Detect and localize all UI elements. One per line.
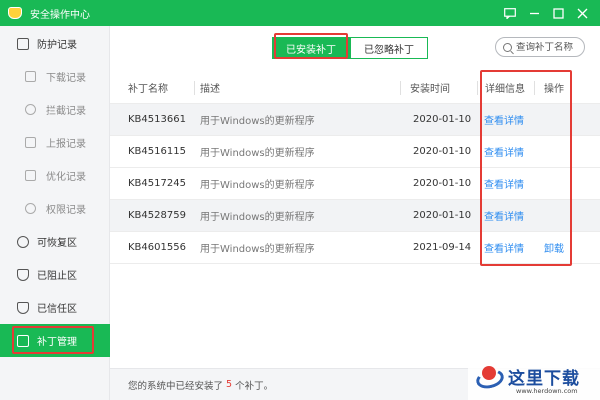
patch-name: KB4601556 <box>128 242 186 253</box>
sidebar-item-label: 可恢复区 <box>37 238 77 249</box>
table-row[interactable]: KB4528759 用于Windows的更新程序 2020-01-10 查看详情 <box>110 200 600 232</box>
sidebar-item-label: 已阻止区 <box>37 271 77 282</box>
uninstall-link[interactable]: 卸载 <box>544 240 564 255</box>
title-bar: 安全操作中心 <box>0 0 600 26</box>
upload-icon <box>25 137 36 148</box>
footer-prefix: 您的系统中已经安装了 <box>128 380 224 392</box>
watermark-url: www.herdown.com <box>516 387 578 395</box>
patch-name: KB4516115 <box>128 146 186 157</box>
patch-date: 2020-01-10 <box>413 210 472 221</box>
header-divider <box>400 81 401 95</box>
header-op: 操作 <box>544 83 564 95</box>
download-icon <box>25 71 36 82</box>
sidebar-item-trusted[interactable]: 已信任区 <box>0 291 110 324</box>
header-divider <box>534 81 535 95</box>
sidebar-item-optimize-records[interactable]: 优化记录 <box>0 159 110 192</box>
watermark: 这里下载 www.herdown.com <box>468 360 600 400</box>
sidebar-item-protection-records[interactable]: 防护记录 <box>0 27 110 60</box>
search-input[interactable] <box>516 41 582 53</box>
view-details-link[interactable]: 查看详情 <box>484 144 524 159</box>
shield-record-icon <box>17 37 29 50</box>
patch-tabs: 已安装补丁 已忽略补丁 <box>272 37 428 59</box>
tab-ignored-patches[interactable]: 已忽略补丁 <box>350 37 428 59</box>
search-box <box>495 37 585 57</box>
sidebar-item-label: 已信任区 <box>37 304 77 315</box>
table-row[interactable]: KB4516115 用于Windows的更新程序 2020-01-10 查看详情 <box>110 136 600 168</box>
patch-desc: 用于Windows的更新程序 <box>200 244 315 255</box>
sidebar-item-label: 权限记录 <box>46 205 86 216</box>
app-logo-icon <box>8 6 24 20</box>
patch-date: 2021-09-14 <box>413 242 472 253</box>
sidebar-item-label: 下载记录 <box>46 73 86 84</box>
blocked-shield-icon <box>17 268 29 281</box>
patch-count: 5 <box>226 379 233 390</box>
table-row[interactable]: KB4517245 用于Windows的更新程序 2020-01-10 查看详情 <box>110 168 600 200</box>
maximize-icon[interactable] <box>546 0 570 26</box>
header-divider <box>194 81 195 95</box>
view-details-link[interactable]: 查看详情 <box>484 208 524 223</box>
patch-name: KB4528759 <box>128 210 186 221</box>
sidebar-item-permission-records[interactable]: 权限记录 <box>0 192 110 225</box>
footer-suffix: 个补丁。 <box>235 380 274 392</box>
sidebar-item-report-records[interactable]: 上报记录 <box>0 126 110 159</box>
patch-desc: 用于Windows的更新程序 <box>200 116 315 127</box>
patch-date: 2020-01-10 <box>413 146 472 157</box>
table-row[interactable]: KB4513661 用于Windows的更新程序 2020-01-10 查看详情 <box>110 104 600 136</box>
view-details-link[interactable]: 查看详情 <box>484 240 524 255</box>
sidebar-item-label: 优化记录 <box>46 172 86 183</box>
header-name: 补丁名称 <box>128 83 168 95</box>
patch-table: 补丁名称 描述 安装时间 详细信息 操作 KB4513661 用于Windows… <box>110 71 600 264</box>
view-details-link[interactable]: 查看详情 <box>484 176 524 191</box>
key-icon <box>25 203 36 214</box>
sidebar-item-blocked[interactable]: 已阻止区 <box>0 258 110 291</box>
patch-desc: 用于Windows的更新程序 <box>200 180 315 191</box>
patch-name: KB4513661 <box>128 114 186 125</box>
header-date: 安装时间 <box>410 83 450 95</box>
sidebar-item-download-records[interactable]: 下载记录 <box>0 60 110 93</box>
patch-date: 2020-01-10 <box>413 114 472 125</box>
sidebar-item-label: 补丁管理 <box>37 337 77 348</box>
minimize-icon[interactable] <box>522 0 546 26</box>
watermark-text: 这里下载 <box>508 369 580 389</box>
header-divider <box>477 81 478 95</box>
patch-name: KB4517245 <box>128 178 186 189</box>
document-icon <box>25 170 36 181</box>
patch-desc: 用于Windows的更新程序 <box>200 212 315 223</box>
message-icon[interactable] <box>498 0 522 26</box>
search-icon[interactable] <box>503 42 512 52</box>
header-desc: 描述 <box>200 83 220 95</box>
table-row[interactable]: KB4601556 用于Windows的更新程序 2021-09-14 查看详情… <box>110 232 600 264</box>
sidebar-item-label: 防护记录 <box>37 40 77 51</box>
sidebar-item-patch-management[interactable]: 补丁管理 <box>0 324 110 357</box>
close-icon[interactable] <box>570 0 594 26</box>
view-details-link[interactable]: 查看详情 <box>484 112 524 127</box>
sidebar: 防护记录 下载记录 拦截记录 上报记录 优化记录 权限记录 可恢复区 已阻止区 … <box>0 26 110 400</box>
sidebar-item-block-records[interactable]: 拦截记录 <box>0 93 110 126</box>
tab-installed-patches[interactable]: 已安装补丁 <box>272 37 350 59</box>
watermark-logo-icon <box>474 364 506 394</box>
sidebar-item-label: 上报记录 <box>46 139 86 150</box>
sidebar-item-recoverable[interactable]: 可恢复区 <box>0 225 110 258</box>
sidebar-item-label: 拦截记录 <box>46 106 86 117</box>
window-title: 安全操作中心 <box>30 9 90 21</box>
trusted-shield-icon <box>17 301 29 314</box>
block-icon <box>25 104 36 115</box>
patch-desc: 用于Windows的更新程序 <box>200 148 315 159</box>
header-detail: 详细信息 <box>485 83 525 95</box>
restore-icon <box>17 235 29 248</box>
table-header: 补丁名称 描述 安装时间 详细信息 操作 <box>110 71 600 104</box>
grid-icon <box>17 334 29 347</box>
window-controls <box>498 0 594 26</box>
patch-date: 2020-01-10 <box>413 178 472 189</box>
